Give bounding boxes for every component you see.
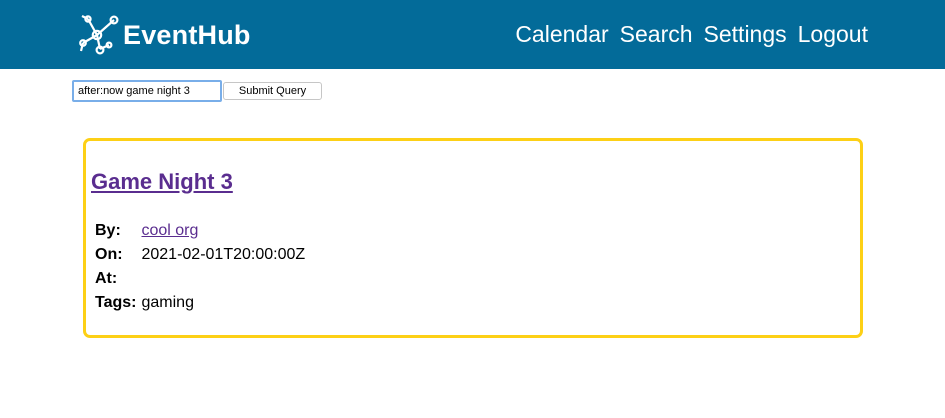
by-label: By: [95,222,121,239]
event-card: Game Night 3 By: cool org On: 2021-02-01… [83,138,863,338]
event-details: By: cool org On: 2021-02-01T20:00:00Z At… [95,219,305,315]
network-nodes-icon [79,15,119,55]
on-value: 2021-02-01T20:00:00Z [141,246,306,263]
brand-name: EventHub [123,19,251,50]
at-label: At: [95,270,118,287]
main-nav: Calendar Search Settings Logout [504,19,868,49]
by-value-cell: cool org [141,219,305,243]
tags-label: Tags: [95,294,137,311]
detail-row-by: By: cool org [95,219,305,243]
detail-row-on: On: 2021-02-01T20:00:00Z [95,243,305,267]
detail-row-tags: Tags: gaming [95,291,305,315]
on-label: On: [95,246,123,263]
nav-logout[interactable]: Logout [798,19,868,49]
search-input[interactable] [72,80,222,102]
nav-calendar[interactable]: Calendar [515,19,608,49]
brand-link[interactable]: EventHub [78,13,251,57]
organizer-link[interactable]: cool org [141,222,198,239]
site-header: EventHub Calendar Search Settings Logout [0,0,945,69]
search-form: Submit Query [72,80,322,102]
detail-row-at: At: [95,267,305,291]
tags-value: gaming [141,294,194,311]
nav-search[interactable]: Search [620,19,693,49]
nav-settings[interactable]: Settings [704,19,787,49]
event-title-link[interactable]: Game Night 3 [91,169,233,195]
at-value [141,267,305,291]
submit-query-button[interactable]: Submit Query [223,82,322,100]
